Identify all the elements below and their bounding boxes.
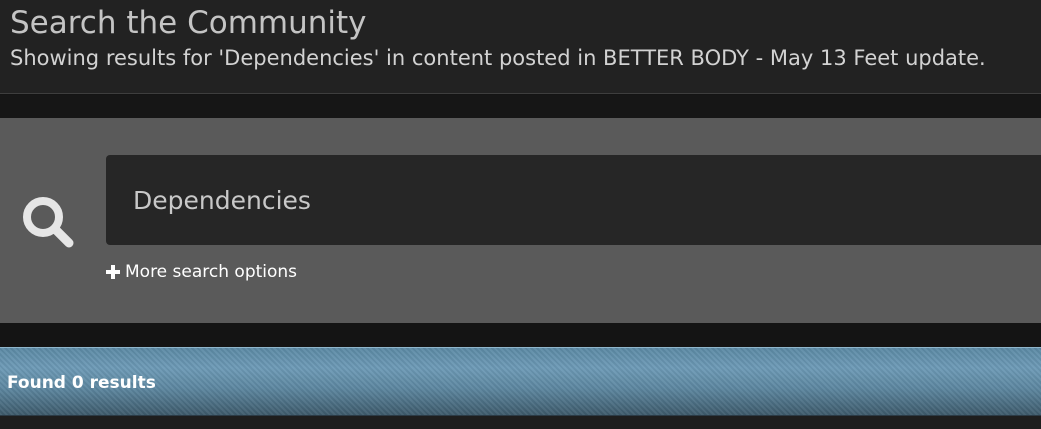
search-icon[interactable] — [20, 194, 76, 250]
page-subtitle: Showing results for 'Dependencies' in co… — [10, 46, 986, 70]
results-header-bar: Found 0 results — [0, 347, 1041, 416]
search-input[interactable] — [106, 155, 1041, 245]
page-title: Search the Community — [10, 5, 367, 41]
more-search-options-label: More search options — [125, 262, 298, 282]
results-count: Found 0 results — [7, 373, 156, 393]
results-area — [0, 416, 1041, 429]
plus-icon — [106, 265, 120, 279]
page-header: Search the Community Showing results for… — [0, 0, 1041, 94]
search-panel: More search options — [0, 118, 1041, 323]
section-divider — [0, 95, 1041, 118]
section-divider — [0, 323, 1041, 347]
more-search-options-link[interactable]: More search options — [106, 261, 297, 283]
